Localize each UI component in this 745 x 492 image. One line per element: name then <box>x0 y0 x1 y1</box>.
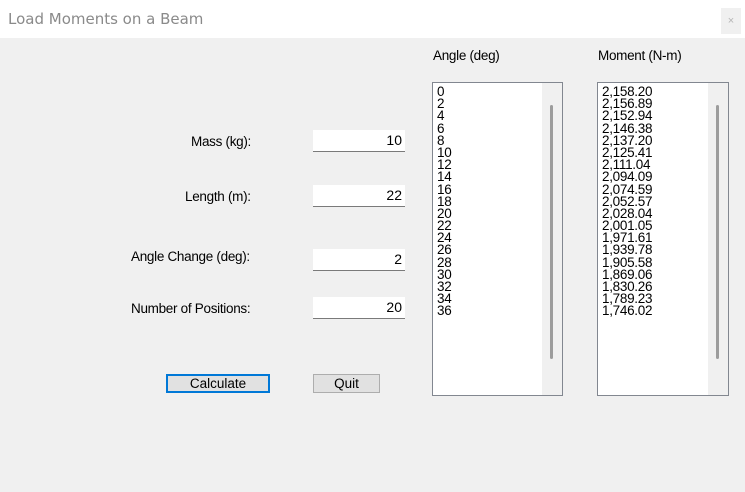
moment-list-scroll-thumb[interactable] <box>716 105 719 359</box>
mass-input[interactable]: 10 <box>313 130 405 152</box>
list-item[interactable]: 36 <box>437 304 452 318</box>
moment-list-scrollbar[interactable] <box>708 83 728 395</box>
number-of-positions-input[interactable]: 20 <box>313 297 405 319</box>
calculate-button[interactable]: Calculate <box>166 374 270 393</box>
close-icon: × <box>727 15 735 27</box>
angle-list-scroll-thumb[interactable] <box>550 105 553 359</box>
list-item[interactable]: 1,746.02 <box>602 304 652 318</box>
mass-label: Mass (kg): <box>191 134 252 149</box>
moment-listbox[interactable]: 2,158.20 2,156.89 2,152.94 2,146.38 2,137.20… <box>597 82 729 396</box>
number-of-positions-label: Number of Positions: <box>131 301 251 316</box>
angle-change-input[interactable]: 2 <box>313 249 405 271</box>
close-button[interactable]: × <box>721 8 741 34</box>
length-label: Length (m): <box>185 189 251 204</box>
length-input[interactable]: 22 <box>313 185 405 207</box>
window-title: Load Moments on a Beam <box>8 10 204 28</box>
moment-list-items: 2,158.20 2,156.89 2,152.94 2,146.38 2,137.20… <box>602 85 652 318</box>
moment-list-header: Moment (N-m) <box>598 48 682 63</box>
angle-list-scrollbar[interactable] <box>542 83 562 395</box>
angle-list-header: Angle (deg) <box>433 48 500 63</box>
angle-change-label: Angle Change (deg): <box>131 249 250 264</box>
angle-list-items: 0 2 4 6 8 10 12 14 16 18 20 22 24 26 28 30 32 34 36 <box>437 85 452 318</box>
angle-listbox[interactable]: 0 2 4 6 8 10 12 14 16 18 20 22 24 26 28 30 32 34 36 <box>432 82 563 396</box>
quit-button[interactable]: Quit <box>313 374 380 393</box>
title-bar: Load Moments on a Beam × <box>0 0 745 38</box>
